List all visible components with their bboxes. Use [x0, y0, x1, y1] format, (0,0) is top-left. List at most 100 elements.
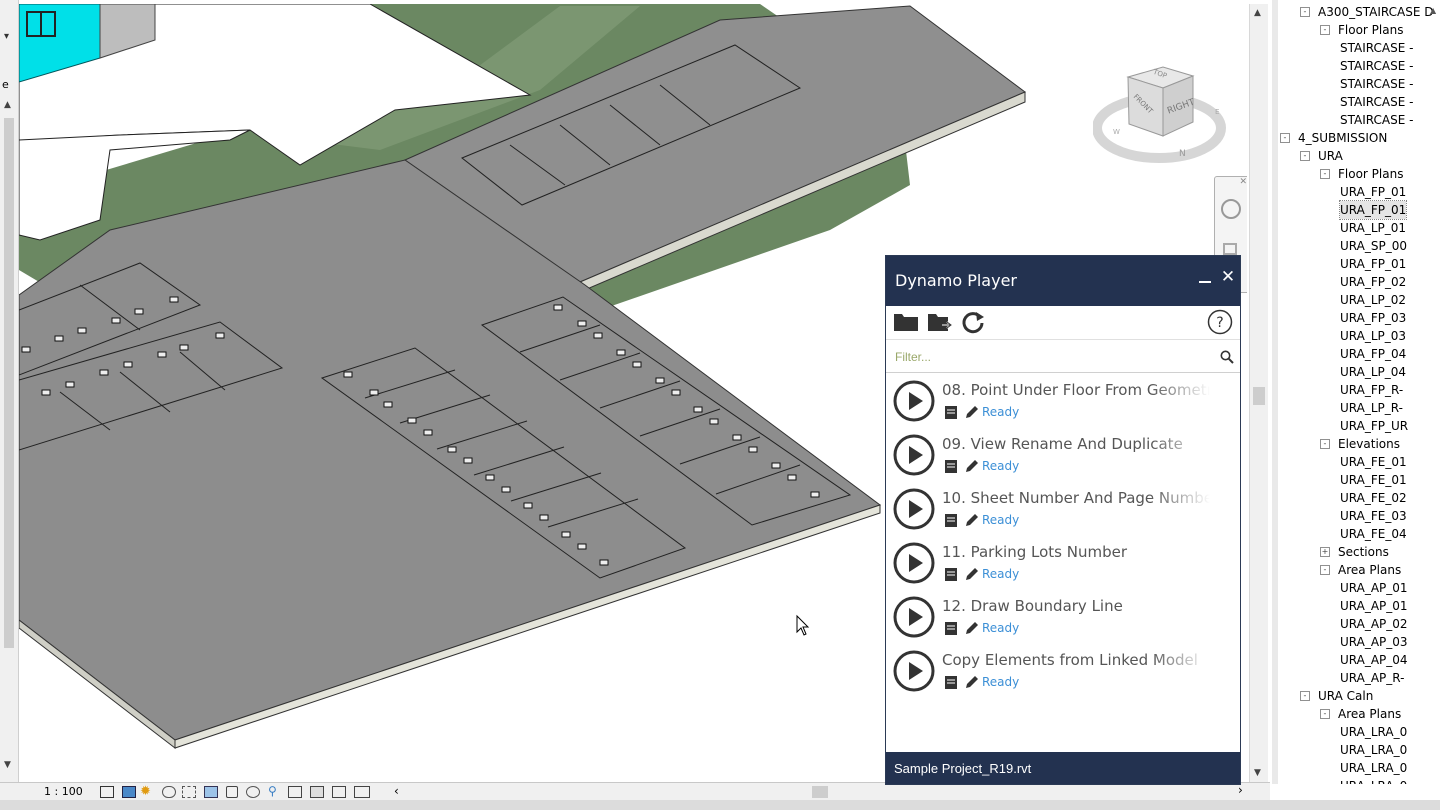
- run-script-button[interactable]: [893, 596, 935, 638]
- tree-item-label: URA_LP_03: [1340, 329, 1407, 343]
- temporary-hide-icon[interactable]: [246, 786, 260, 798]
- edit-script-icon[interactable]: [964, 675, 979, 690]
- edit-script-icon[interactable]: [964, 567, 979, 582]
- dynamo-player-panel: Dynamo Player ✕ ? 08. Poin: [885, 255, 1241, 785]
- compass-e-label[interactable]: E: [1215, 108, 1219, 116]
- collapse-icon[interactable]: -: [1320, 25, 1330, 35]
- tree-item-label: Floor Plans: [1338, 23, 1404, 37]
- view-scale[interactable]: 1 : 100: [44, 785, 83, 798]
- left-scroll-up-icon[interactable]: ▲: [4, 100, 11, 110]
- tree-item-label: URA_LRA_0: [1340, 725, 1408, 739]
- browser-scroll-up-icon[interactable]: ▲: [1430, 6, 1436, 15]
- chevron-left-icon[interactable]: ‹: [394, 784, 399, 798]
- run-script-button[interactable]: [893, 434, 935, 476]
- left-scroll-down-icon[interactable]: ▼: [4, 760, 11, 770]
- refresh-icon[interactable]: [960, 309, 988, 335]
- collapse-icon[interactable]: -: [1320, 169, 1330, 179]
- tree-item-label: Area Plans: [1338, 707, 1402, 721]
- tree-item-label: URA_FP_02: [1340, 275, 1407, 289]
- shadows-icon[interactable]: [162, 786, 176, 798]
- script-status: Ready: [982, 405, 1020, 419]
- left-scrollbar-thumb[interactable]: [4, 118, 14, 648]
- script-document-icon[interactable]: [944, 513, 958, 528]
- close-button[interactable]: ✕: [1219, 268, 1237, 286]
- crop-view-icon[interactable]: [182, 786, 196, 798]
- collapse-icon[interactable]: -: [1300, 151, 1310, 161]
- browse-folder-icon[interactable]: [926, 309, 954, 335]
- analytical-model-icon[interactable]: [332, 786, 346, 798]
- worksharing-icon[interactable]: [288, 786, 302, 798]
- compass-n-label[interactable]: N: [1179, 149, 1186, 159]
- unlock-view-icon[interactable]: [226, 786, 238, 798]
- sun-path-icon[interactable]: ✹: [140, 784, 151, 799]
- steering-wheel-icon[interactable]: [1221, 199, 1241, 219]
- tree-item-label: URA_LRA_0: [1340, 743, 1408, 757]
- run-script-button[interactable]: [893, 380, 935, 422]
- edit-script-icon[interactable]: [964, 513, 979, 528]
- detail-level-icon[interactable]: [100, 786, 114, 798]
- show-crop-icon[interactable]: [204, 786, 218, 798]
- project-browser: - A300_STAIRCASE D - Floor Plans STAIRCASE -…: [1272, 0, 1440, 784]
- edit-script-icon[interactable]: [964, 459, 979, 474]
- tree-item-label: URA_LP_R-: [1340, 401, 1403, 415]
- tree-item-label: STAIRCASE -: [1340, 77, 1414, 91]
- tree-item-label: URA_FP_04: [1340, 347, 1407, 361]
- tree-item-label: A300_STAIRCASE D: [1318, 5, 1434, 19]
- scrollbar-thumb[interactable]: [1253, 387, 1265, 405]
- script-document-icon[interactable]: [944, 459, 958, 474]
- collapse-icon[interactable]: -: [1320, 439, 1330, 449]
- zoom-icon[interactable]: [1223, 243, 1237, 255]
- scroll-down-icon[interactable]: ▼: [1254, 768, 1261, 778]
- tree-item-label: URA_AP_03: [1340, 635, 1408, 649]
- script-name: 12. Draw Boundary Line: [942, 597, 1210, 615]
- edit-script-icon[interactable]: [964, 405, 979, 420]
- script-status: Ready: [982, 567, 1020, 581]
- collapse-icon[interactable]: -: [1300, 691, 1310, 701]
- scroll-right-icon[interactable]: ›: [1238, 783, 1243, 797]
- dynamo-player-toolbar: ?: [886, 306, 1240, 340]
- edit-script-icon[interactable]: [964, 621, 979, 636]
- script-document-icon[interactable]: [944, 567, 958, 582]
- collapse-icon[interactable]: -: [1320, 709, 1330, 719]
- tree-item-label: STAIRCASE -: [1340, 41, 1414, 55]
- collapse-icon[interactable]: -: [1320, 565, 1330, 575]
- mouse-cursor: [796, 614, 810, 636]
- svg-text:?: ?: [1216, 315, 1223, 331]
- dynamo-player-title: Dynamo Player: [895, 271, 1017, 290]
- minimize-button[interactable]: [1197, 272, 1213, 288]
- collapse-icon[interactable]: -: [1280, 133, 1290, 143]
- design-options-icon[interactable]: [310, 786, 324, 798]
- viewport-vertical-scrollbar[interactable]: ▲ ▼: [1249, 4, 1268, 782]
- tree-item-label: Floor Plans: [1338, 167, 1404, 181]
- open-folder-icon[interactable]: [892, 309, 920, 335]
- compass-w-label[interactable]: W: [1113, 128, 1120, 136]
- run-script-button[interactable]: [893, 488, 935, 530]
- horizontal-scrollbar-thumb[interactable]: [812, 786, 828, 798]
- script-item: 11. Parking Lots Number Ready: [886, 536, 1240, 590]
- visual-style-icon[interactable]: [122, 786, 136, 798]
- run-script-button[interactable]: [893, 542, 935, 584]
- scroll-up-icon[interactable]: ▲: [1254, 8, 1261, 18]
- script-name: 10. Sheet Number And Page Number: [942, 489, 1210, 507]
- tree-item-label: Sections: [1338, 545, 1389, 559]
- script-name: 09. View Rename And Duplicate: [942, 435, 1210, 453]
- search-icon[interactable]: [1220, 350, 1234, 364]
- dynamo-player-header[interactable]: Dynamo Player ✕: [886, 256, 1240, 306]
- script-document-icon[interactable]: [944, 405, 958, 420]
- script-document-icon[interactable]: [944, 621, 958, 636]
- collapse-icon[interactable]: -: [1300, 7, 1310, 17]
- tree-item-label: URA_SP_00: [1340, 239, 1407, 253]
- run-script-button[interactable]: [893, 650, 935, 692]
- navbar-close-icon[interactable]: ✕: [1239, 177, 1247, 187]
- tree-item-label: 4_SUBMISSION: [1298, 131, 1388, 145]
- highlight-displacement-icon[interactable]: [354, 786, 370, 798]
- left-tab-label[interactable]: e: [2, 78, 9, 91]
- tree-item-label: URA_LP_01: [1340, 221, 1407, 235]
- script-document-icon[interactable]: [944, 675, 958, 690]
- expand-icon[interactable]: +: [1320, 547, 1330, 557]
- viewcube[interactable]: TOP FRONT RIGHT N E W: [1092, 62, 1227, 172]
- filter-input[interactable]: [893, 346, 1207, 368]
- reveal-hidden-icon[interactable]: ⚲: [268, 784, 277, 798]
- left-dropdown-arrow[interactable]: ▾: [4, 31, 9, 42]
- help-icon[interactable]: ?: [1206, 309, 1234, 335]
